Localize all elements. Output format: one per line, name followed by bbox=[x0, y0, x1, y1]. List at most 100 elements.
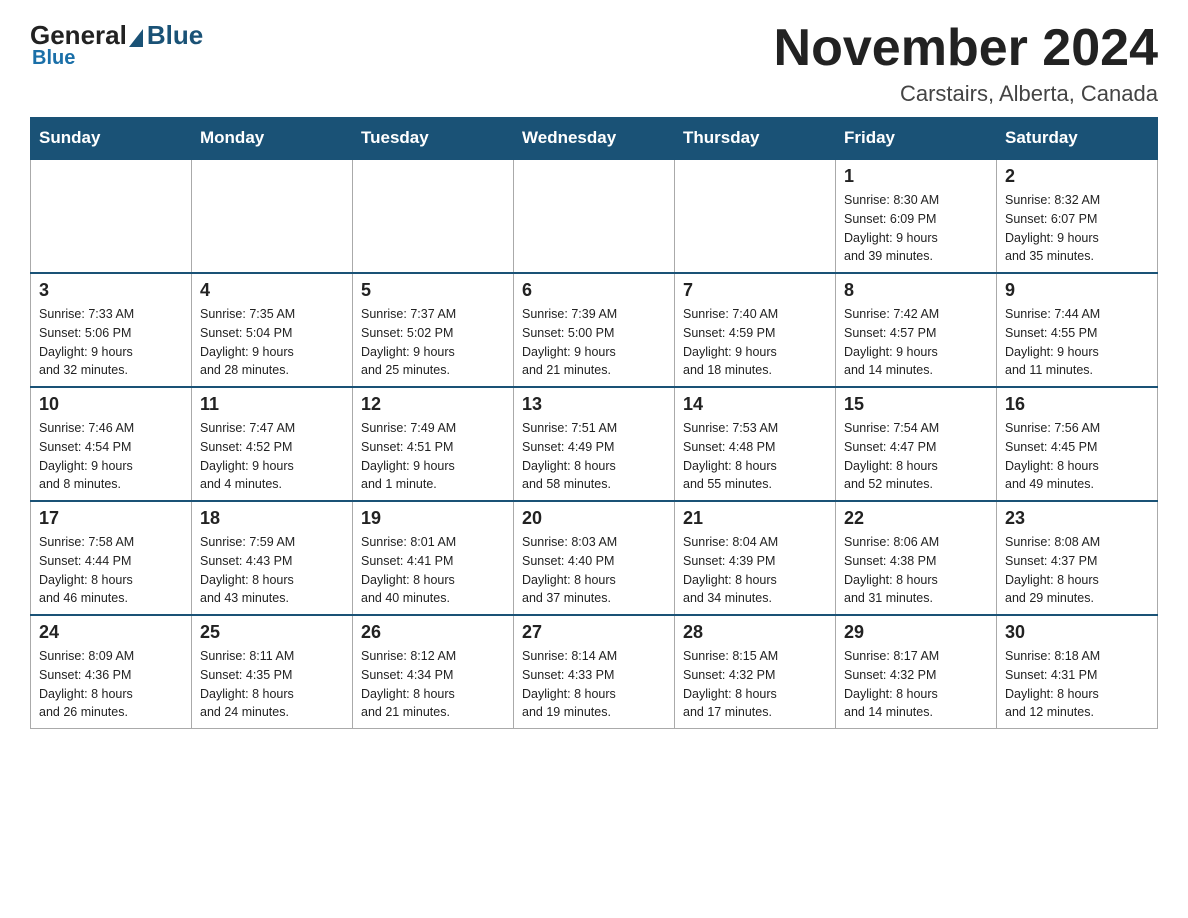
day-number: 23 bbox=[1005, 508, 1149, 529]
day-info: Sunrise: 8:11 AM Sunset: 4:35 PM Dayligh… bbox=[200, 647, 344, 722]
day-number: 9 bbox=[1005, 280, 1149, 301]
calendar-cell: 6Sunrise: 7:39 AM Sunset: 5:00 PM Daylig… bbox=[514, 273, 675, 387]
day-number: 7 bbox=[683, 280, 827, 301]
day-number: 1 bbox=[844, 166, 988, 187]
day-info: Sunrise: 8:32 AM Sunset: 6:07 PM Dayligh… bbox=[1005, 191, 1149, 266]
calendar-table: SundayMondayTuesdayWednesdayThursdayFrid… bbox=[30, 117, 1158, 729]
day-info: Sunrise: 7:44 AM Sunset: 4:55 PM Dayligh… bbox=[1005, 305, 1149, 380]
day-number: 10 bbox=[39, 394, 183, 415]
day-number: 2 bbox=[1005, 166, 1149, 187]
day-info: Sunrise: 8:01 AM Sunset: 4:41 PM Dayligh… bbox=[361, 533, 505, 608]
day-info: Sunrise: 7:46 AM Sunset: 4:54 PM Dayligh… bbox=[39, 419, 183, 494]
calendar-cell: 1 Sunrise: 8:30 AM Sunset: 6:09 PM Daylig… bbox=[836, 159, 997, 273]
day-info: Sunrise: 7:40 AM Sunset: 4:59 PM Dayligh… bbox=[683, 305, 827, 380]
calendar-week-row-2: 3Sunrise: 7:33 AM Sunset: 5:06 PM Daylig… bbox=[31, 273, 1158, 387]
day-number: 24 bbox=[39, 622, 183, 643]
logo-arrow-icon bbox=[129, 29, 143, 47]
day-info: Sunrise: 8:06 AM Sunset: 4:38 PM Dayligh… bbox=[844, 533, 988, 608]
day-number: 16 bbox=[1005, 394, 1149, 415]
calendar-cell: 8 Sunrise: 7:42 AM Sunset: 4:57 PM Daylig… bbox=[836, 273, 997, 387]
calendar-cell: 3Sunrise: 7:33 AM Sunset: 5:06 PM Daylig… bbox=[31, 273, 192, 387]
calendar-cell: 13Sunrise: 7:51 AM Sunset: 4:49 PM Dayli… bbox=[514, 387, 675, 501]
day-info: Sunrise: 8:14 AM Sunset: 4:33 PM Dayligh… bbox=[522, 647, 666, 722]
day-info: Sunrise: 8:04 AM Sunset: 4:39 PM Dayligh… bbox=[683, 533, 827, 608]
calendar-cell: 4 Sunrise: 7:35 AM Sunset: 5:04 PM Daylig… bbox=[192, 273, 353, 387]
calendar-cell: 28 Sunrise: 8:15 AM Sunset: 4:32 PM Dayli… bbox=[675, 615, 836, 729]
day-number: 18 bbox=[200, 508, 344, 529]
calendar-header-monday: Monday bbox=[192, 118, 353, 160]
calendar-header-thursday: Thursday bbox=[675, 118, 836, 160]
day-info: Sunrise: 8:30 AM Sunset: 6:09 PM Dayligh… bbox=[844, 191, 988, 266]
day-info: Sunrise: 8:03 AM Sunset: 4:40 PM Dayligh… bbox=[522, 533, 666, 608]
day-info: Sunrise: 8:08 AM Sunset: 4:37 PM Dayligh… bbox=[1005, 533, 1149, 608]
day-info: Sunrise: 8:17 AM Sunset: 4:32 PM Dayligh… bbox=[844, 647, 988, 722]
day-number: 30 bbox=[1005, 622, 1149, 643]
day-info: Sunrise: 7:58 AM Sunset: 4:44 PM Dayligh… bbox=[39, 533, 183, 608]
day-number: 15 bbox=[844, 394, 988, 415]
day-number: 12 bbox=[361, 394, 505, 415]
day-number: 22 bbox=[844, 508, 988, 529]
day-number: 3 bbox=[39, 280, 183, 301]
logo-subtitle: Blue bbox=[32, 47, 75, 70]
calendar-cell bbox=[353, 159, 514, 273]
calendar-cell: 30 Sunrise: 8:18 AM Sunset: 4:31 PM Dayli… bbox=[997, 615, 1158, 729]
day-info: Sunrise: 7:42 AM Sunset: 4:57 PM Dayligh… bbox=[844, 305, 988, 380]
location-label: Carstairs, Alberta, Canada bbox=[774, 81, 1158, 107]
day-info: Sunrise: 7:37 AM Sunset: 5:02 PM Dayligh… bbox=[361, 305, 505, 380]
calendar-cell: 25 Sunrise: 8:11 AM Sunset: 4:35 PM Dayli… bbox=[192, 615, 353, 729]
calendar-cell: 15 Sunrise: 7:54 AM Sunset: 4:47 PM Dayli… bbox=[836, 387, 997, 501]
day-number: 14 bbox=[683, 394, 827, 415]
calendar-cell: 19 Sunrise: 8:01 AM Sunset: 4:41 PM Dayli… bbox=[353, 501, 514, 615]
day-info: Sunrise: 7:49 AM Sunset: 4:51 PM Dayligh… bbox=[361, 419, 505, 494]
calendar-cell: 23 Sunrise: 8:08 AM Sunset: 4:37 PM Dayli… bbox=[997, 501, 1158, 615]
calendar-cell: 12 Sunrise: 7:49 AM Sunset: 4:51 PM Dayli… bbox=[353, 387, 514, 501]
logo-blue-label: Blue bbox=[147, 20, 203, 51]
day-number: 6 bbox=[522, 280, 666, 301]
calendar-cell: 20 Sunrise: 8:03 AM Sunset: 4:40 PM Dayli… bbox=[514, 501, 675, 615]
calendar-week-row-5: 24 Sunrise: 8:09 AM Sunset: 4:36 PM Dayli… bbox=[31, 615, 1158, 729]
day-number: 20 bbox=[522, 508, 666, 529]
calendar-header-saturday: Saturday bbox=[997, 118, 1158, 160]
day-info: Sunrise: 7:51 AM Sunset: 4:49 PM Dayligh… bbox=[522, 419, 666, 494]
day-info: Sunrise: 8:09 AM Sunset: 4:36 PM Dayligh… bbox=[39, 647, 183, 722]
calendar-cell: 21Sunrise: 8:04 AM Sunset: 4:39 PM Dayli… bbox=[675, 501, 836, 615]
day-info: Sunrise: 7:56 AM Sunset: 4:45 PM Dayligh… bbox=[1005, 419, 1149, 494]
day-number: 17 bbox=[39, 508, 183, 529]
day-number: 29 bbox=[844, 622, 988, 643]
day-info: Sunrise: 7:35 AM Sunset: 5:04 PM Dayligh… bbox=[200, 305, 344, 380]
page-header: General Blue Blue November 2024 Carstair… bbox=[30, 20, 1158, 107]
calendar-cell: 29 Sunrise: 8:17 AM Sunset: 4:32 PM Dayli… bbox=[836, 615, 997, 729]
day-info: Sunrise: 7:47 AM Sunset: 4:52 PM Dayligh… bbox=[200, 419, 344, 494]
calendar-cell: 26 Sunrise: 8:12 AM Sunset: 4:34 PM Dayli… bbox=[353, 615, 514, 729]
calendar-cell: 22 Sunrise: 8:06 AM Sunset: 4:38 PM Dayli… bbox=[836, 501, 997, 615]
calendar-cell: 14 Sunrise: 7:53 AM Sunset: 4:48 PM Dayli… bbox=[675, 387, 836, 501]
calendar-cell: 10 Sunrise: 7:46 AM Sunset: 4:54 PM Dayli… bbox=[31, 387, 192, 501]
calendar-cell: 17 Sunrise: 7:58 AM Sunset: 4:44 PM Dayli… bbox=[31, 501, 192, 615]
calendar-cell bbox=[192, 159, 353, 273]
calendar-week-row-3: 10 Sunrise: 7:46 AM Sunset: 4:54 PM Dayli… bbox=[31, 387, 1158, 501]
day-number: 4 bbox=[200, 280, 344, 301]
day-info: Sunrise: 7:54 AM Sunset: 4:47 PM Dayligh… bbox=[844, 419, 988, 494]
calendar-cell bbox=[675, 159, 836, 273]
day-number: 26 bbox=[361, 622, 505, 643]
day-number: 28 bbox=[683, 622, 827, 643]
day-info: Sunrise: 8:12 AM Sunset: 4:34 PM Dayligh… bbox=[361, 647, 505, 722]
day-info: Sunrise: 7:53 AM Sunset: 4:48 PM Dayligh… bbox=[683, 419, 827, 494]
calendar-cell: 16 Sunrise: 7:56 AM Sunset: 4:45 PM Dayli… bbox=[997, 387, 1158, 501]
calendar-week-row-4: 17 Sunrise: 7:58 AM Sunset: 4:44 PM Dayli… bbox=[31, 501, 1158, 615]
calendar-cell: 9 Sunrise: 7:44 AM Sunset: 4:55 PM Daylig… bbox=[997, 273, 1158, 387]
calendar-header-friday: Friday bbox=[836, 118, 997, 160]
day-info: Sunrise: 7:59 AM Sunset: 4:43 PM Dayligh… bbox=[200, 533, 344, 608]
day-info: Sunrise: 8:18 AM Sunset: 4:31 PM Dayligh… bbox=[1005, 647, 1149, 722]
day-number: 8 bbox=[844, 280, 988, 301]
day-number: 27 bbox=[522, 622, 666, 643]
day-number: 19 bbox=[361, 508, 505, 529]
day-info: Sunrise: 8:15 AM Sunset: 4:32 PM Dayligh… bbox=[683, 647, 827, 722]
day-number: 25 bbox=[200, 622, 344, 643]
calendar-cell bbox=[514, 159, 675, 273]
day-number: 11 bbox=[200, 394, 344, 415]
calendar-week-row-1: 1 Sunrise: 8:30 AM Sunset: 6:09 PM Daylig… bbox=[31, 159, 1158, 273]
calendar-cell: 2 Sunrise: 8:32 AM Sunset: 6:07 PM Daylig… bbox=[997, 159, 1158, 273]
calendar-cell: 5Sunrise: 7:37 AM Sunset: 5:02 PM Daylig… bbox=[353, 273, 514, 387]
month-title: November 2024 bbox=[774, 20, 1158, 77]
